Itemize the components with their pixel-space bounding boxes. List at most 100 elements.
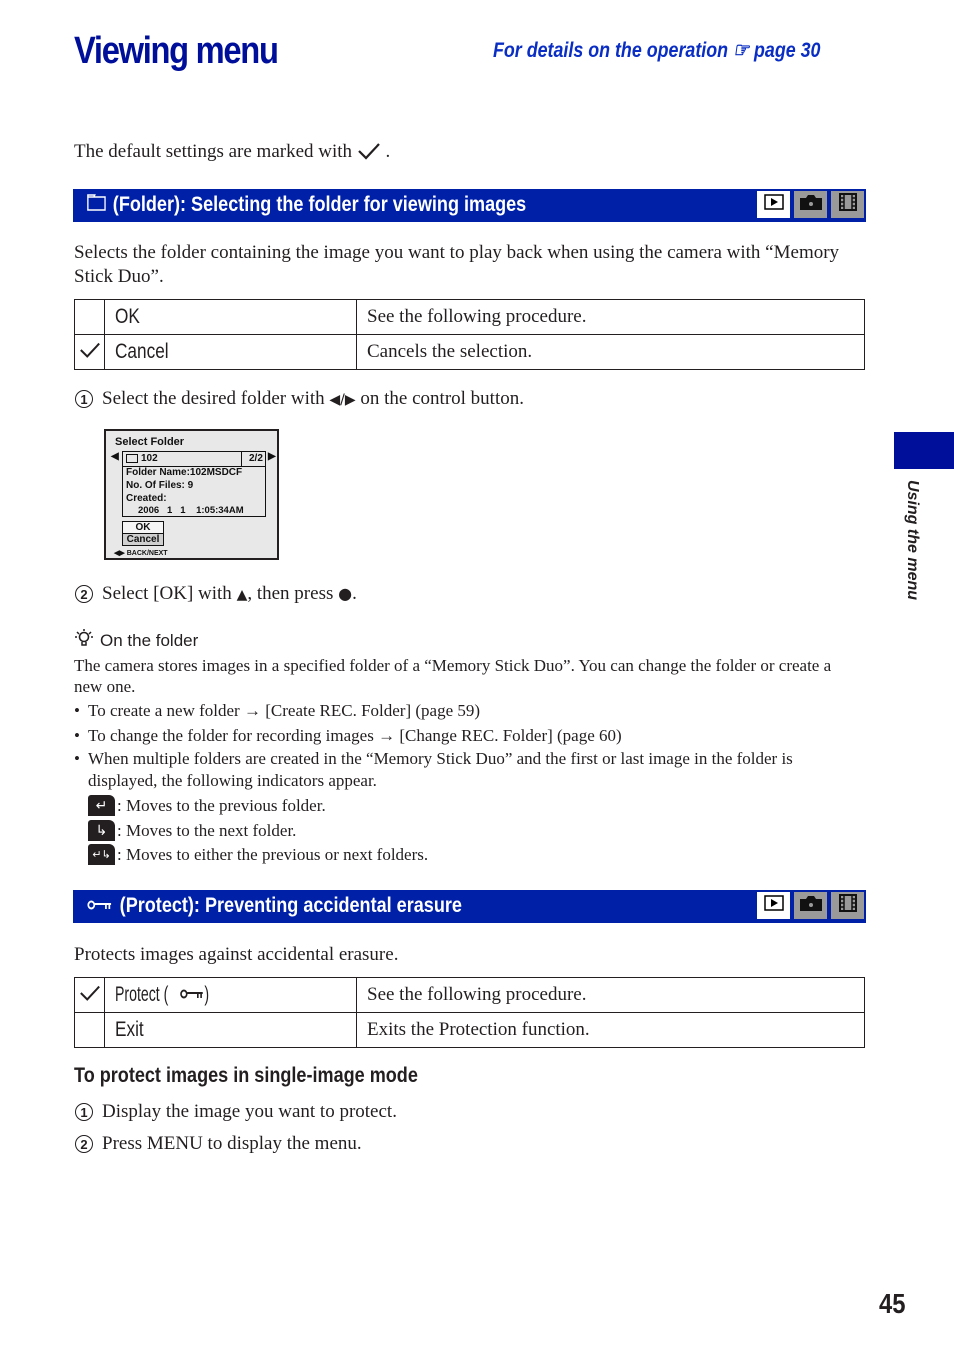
pointing-hand-icon: ☞ <box>733 39 750 62</box>
default-marker-cell <box>74 334 105 370</box>
folder-section-title: (Folder): Selecting the folder for viewi… <box>112 193 527 216</box>
protect-step-2: 2 Press MENU to display the menu. <box>75 1133 362 1155</box>
protect-section-header: (Protect): Preventing accidental erasure <box>73 890 866 923</box>
default-marker-cell <box>74 1012 105 1048</box>
folder-options-table: OK See the following procedure. Cancel C… <box>74 299 865 370</box>
step-number: 1 <box>75 390 93 408</box>
protect-description: Protects images against accidental erasu… <box>74 944 399 965</box>
left-right-arrows-icon: ◀/▶ <box>329 392 356 408</box>
hint-text: The camera stores images in a specified … <box>74 656 832 696</box>
screen-cancel-button: Cancel <box>122 533 164 546</box>
reference-text: For details on the operation <box>493 39 729 62</box>
previous-folder-icon: ↵ <box>88 795 115 816</box>
step-text-end: . <box>352 583 357 604</box>
hint-bullet-2: • To change the folder for recording imag… <box>74 726 622 745</box>
right-arrow-icon: ▶ <box>268 451 276 462</box>
camera-icon <box>799 894 823 917</box>
step-number: 2 <box>75 585 93 603</box>
lightbulb-icon <box>74 628 94 653</box>
default-marker-cell <box>74 299 105 335</box>
step-text-mid: , then press <box>247 583 334 604</box>
section-label: Using the menu <box>904 480 921 601</box>
play-icon <box>763 895 784 916</box>
camera-icon <box>799 193 823 216</box>
table-row[interactable]: Cancel Cancels the selection. <box>74 334 865 370</box>
indicator-text: : Moves to the next folder. <box>117 820 297 840</box>
hint-bullet-3: • When multiple folders are created in th… <box>74 749 793 790</box>
film-icon <box>838 193 858 216</box>
table-row[interactable]: Protect () See the following procedure. <box>74 977 865 1013</box>
checkmark-icon <box>79 985 101 1006</box>
up-arrow-icon: ▲ <box>236 587 248 603</box>
screen-created-label: Created: <box>126 493 167 504</box>
hint-link[interactable]: [Create REC. Folder] (page 59) <box>265 701 480 720</box>
option-name: Protect () <box>104 977 357 1013</box>
operation-reference[interactable]: For details on the operation ☞ page 30 <box>493 38 820 63</box>
movie-mode-indicator <box>831 892 864 919</box>
arrow-right-icon: → <box>243 701 261 720</box>
folder-step-1: 1 Select the desired folder with ◀/▶ on … <box>75 388 524 410</box>
page-number: 45 <box>879 1288 906 1319</box>
mode-indicators <box>757 892 864 919</box>
table-row[interactable]: OK See the following procedure. <box>74 299 865 335</box>
still-mode-indicator <box>794 191 827 218</box>
step-text: Display the image you want to protect. <box>102 1101 397 1122</box>
hint-heading: On the folder <box>74 628 198 653</box>
default-note-text: The default settings are marked with <box>74 141 353 162</box>
reference-page: page 30 <box>753 39 821 62</box>
default-settings-note: The default settings are marked with . <box>74 140 390 164</box>
default-marker-cell <box>74 977 105 1013</box>
folder-info-box: 102 2/2 Folder Name:102MSDCF No. Of File… <box>122 451 266 517</box>
screen-file-count: No. Of Files: 9 <box>126 480 194 491</box>
step-number: 1 <box>75 1103 93 1121</box>
screen-folder-index: 2/2 <box>249 453 263 464</box>
option-description: See the following procedure. <box>356 977 865 1013</box>
protect-step-1: 1 Display the image you want to protect. <box>75 1101 397 1123</box>
playback-mode-indicator <box>757 191 790 218</box>
center-button-icon: ● <box>338 584 353 603</box>
step-text-end: on the control button. <box>360 388 524 409</box>
arrow-right-icon: → <box>378 726 396 745</box>
folder-icon <box>87 193 106 217</box>
prev-next-folder-icon: ↵↳ <box>88 844 115 865</box>
screen-title: Select Folder <box>115 436 185 448</box>
hint-title: On the folder <box>100 630 199 650</box>
hint-bullet-1: • To create a new folder → [Create REC. F… <box>74 701 481 720</box>
indicator-prev-next: ↵↳ : Moves to either the previous or nex… <box>88 844 428 865</box>
next-folder-icon: ↳ <box>88 820 115 841</box>
select-folder-screen: Select Folder ◀ ▶ 102 2/2 Folder Name:10… <box>104 429 279 560</box>
protect-options-table: Protect () See the following procedure. … <box>74 977 865 1048</box>
indicator-previous: ↵ : Moves to the previous folder. <box>88 795 326 816</box>
section-tab[interactable] <box>894 432 954 469</box>
default-note-suffix: . <box>385 141 391 162</box>
hint-link[interactable]: [Change REC. Folder] (page 60) <box>399 726 621 745</box>
film-icon <box>838 894 858 917</box>
movie-mode-indicator <box>831 191 864 218</box>
option-name: OK <box>104 299 357 335</box>
table-row[interactable]: Exit Exits the Protection function. <box>74 1012 865 1048</box>
checkmark-icon <box>357 141 386 162</box>
step-number: 2 <box>75 1135 93 1153</box>
option-description: Cancels the selection. <box>356 334 865 370</box>
indicator-text: : Moves to either the previous or next f… <box>117 844 429 864</box>
screen-folder-number: 102 <box>126 453 158 464</box>
option-description: See the following procedure. <box>356 299 865 335</box>
option-name: Cancel <box>104 334 357 370</box>
play-icon <box>763 194 784 215</box>
screen-created-value: 2006 1 1 1:05:34AM <box>138 505 244 516</box>
step-text: Select [OK] with <box>102 583 232 604</box>
folder-section-header: (Folder): Selecting the folder for viewi… <box>73 189 866 222</box>
protect-subheading: To protect images in single-image mode <box>74 1064 418 1087</box>
mode-indicators <box>757 191 864 218</box>
screen-folder-name: Folder Name:102MSDCF <box>126 467 243 478</box>
key-icon <box>180 989 204 999</box>
indicator-text: : Moves to the previous folder. <box>117 795 326 815</box>
protect-section-title: (Protect): Preventing accidental erasure <box>119 894 462 917</box>
option-description: Exits the Protection function. <box>356 1012 865 1048</box>
key-icon <box>87 894 113 918</box>
folder-step-2: 2 Select [OK] with ▲, then press ●. <box>75 583 357 605</box>
step-text: Select the desired folder with <box>102 388 325 409</box>
playback-mode-indicator <box>757 892 790 919</box>
option-name: Exit <box>104 1012 357 1048</box>
screen-footer: ◀▶ BACK/NEXT <box>114 550 168 557</box>
